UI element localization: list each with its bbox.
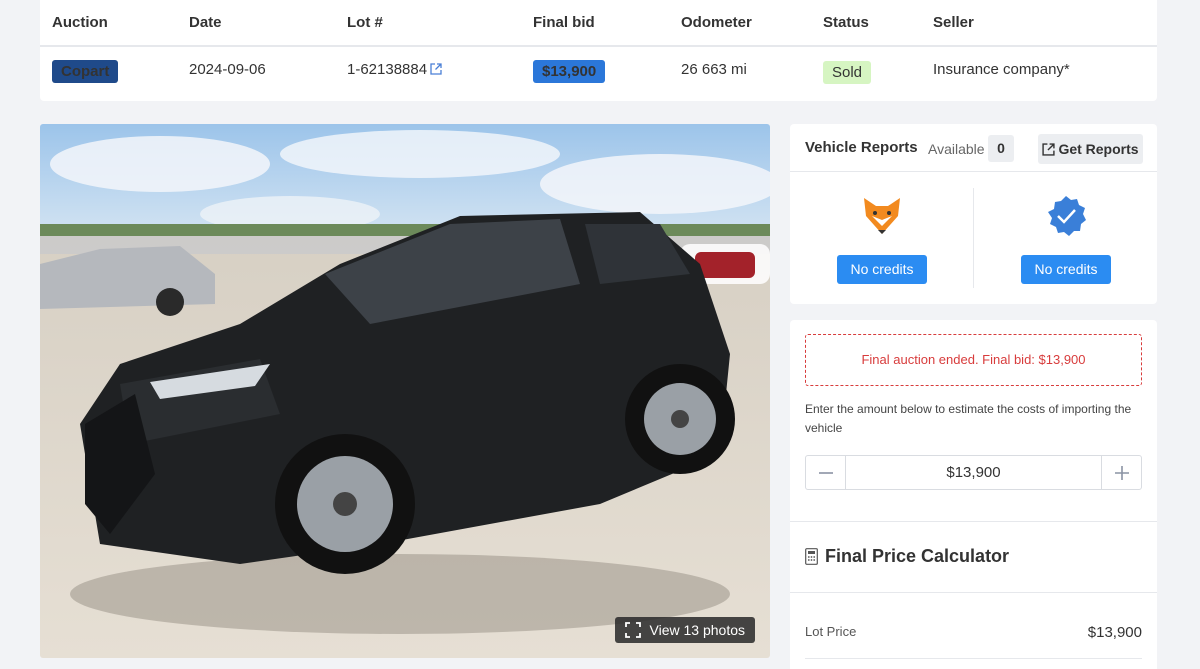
reports-header: Vehicle Reports Available 0 Get Reports — [790, 124, 1157, 172]
no-credits-button[interactable]: No credits — [837, 255, 927, 284]
get-reports-label: Get Reports — [1058, 141, 1139, 157]
lot-link[interactable]: 1-62138884 — [347, 61, 442, 78]
date-value: 2024-09-06 — [189, 61, 266, 78]
calculator-title-text: Final Price Calculator — [825, 546, 1010, 566]
calculator-icon — [805, 548, 818, 565]
view-photos-button[interactable]: View 13 photos — [614, 617, 755, 643]
lot-number: 1-62138884 — [347, 61, 428, 78]
section-divider — [790, 521, 1157, 522]
row-divider — [805, 658, 1142, 659]
fox-icon — [864, 198, 900, 234]
amount-stepper — [805, 455, 1142, 490]
reports-title: Vehicle Reports — [805, 139, 918, 156]
increase-button[interactable] — [1101, 456, 1141, 489]
header-date: Date — [189, 14, 222, 31]
view-photos-label: View 13 photos — [649, 622, 745, 638]
report-provider-1: No credits — [822, 194, 942, 284]
lot-price-value: $13,900 — [1087, 624, 1142, 641]
auction-table-header: Auction Date Lot # Final bid Odometer St… — [40, 0, 1157, 47]
header-status: Status — [823, 14, 869, 31]
available-count: 0 — [988, 135, 1014, 162]
external-link-icon — [430, 63, 442, 75]
header-odometer: Odometer — [681, 14, 752, 31]
expand-icon — [624, 622, 641, 638]
vehicle-reports-card: Vehicle Reports Available 0 Get Reports … — [790, 124, 1157, 304]
minus-icon — [818, 471, 833, 474]
report-provider-2: No credits — [1006, 194, 1126, 284]
final-bid-badge: $13,900 — [533, 60, 606, 83]
estimate-card: Final auction ended. Final bid: $13,900 … — [790, 320, 1157, 669]
header-lot: Lot # — [347, 14, 383, 31]
providers-divider — [973, 188, 974, 288]
auction-badge: Copart — [52, 60, 119, 83]
auction-ended-notice: Final auction ended. Final bid: $13,900 — [805, 334, 1142, 386]
odometer-value: 26 663 mi — [681, 61, 747, 78]
available-label: Available — [928, 141, 985, 157]
auction-table: Auction Date Lot # Final bid Odometer St… — [40, 0, 1157, 101]
seller-value: Insurance company* — [933, 61, 1070, 78]
section-divider — [790, 592, 1157, 593]
estimate-hint: Enter the amount below to estimate the c… — [805, 402, 1132, 435]
decrease-button[interactable] — [806, 456, 846, 489]
amount-input[interactable] — [846, 456, 1101, 489]
lot-price-label: Lot Price — [805, 624, 857, 639]
header-auction: Auction — [52, 14, 108, 31]
plus-icon — [1114, 465, 1129, 480]
get-reports-button[interactable]: Get Reports — [1038, 134, 1143, 164]
header-final-bid: Final bid — [533, 14, 595, 31]
header-seller: Seller — [933, 14, 974, 31]
no-credits-button[interactable]: No credits — [1021, 255, 1111, 284]
vehicle-photo[interactable]: View 13 photos — [40, 124, 770, 658]
external-link-icon — [1042, 142, 1056, 156]
car-photo-image — [40, 124, 770, 658]
calculator-title: Final Price Calculator — [805, 546, 1009, 567]
check-badge-icon — [1048, 196, 1086, 236]
status-badge: Sold — [823, 61, 872, 84]
